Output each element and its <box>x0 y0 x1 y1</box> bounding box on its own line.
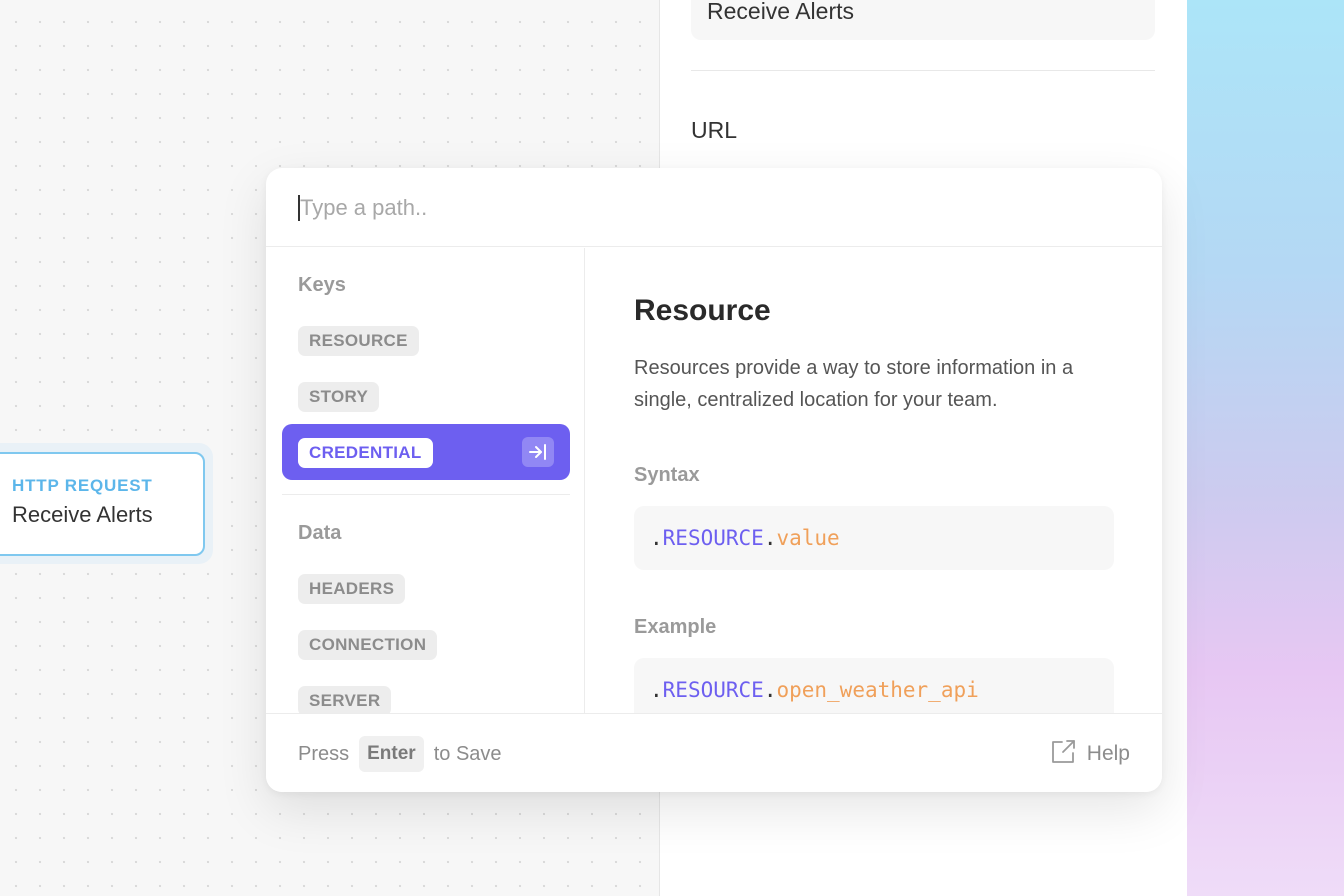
group-label-data: Data <box>298 522 342 544</box>
name-field[interactable]: Receive Alerts <box>691 0 1155 40</box>
path-picker-modal: Keys RESOURCE STORY CREDENTIAL Data HEAD… <box>266 168 1162 792</box>
example-label: Example <box>634 616 717 638</box>
save-hint: Press Enter to Save <box>298 736 502 772</box>
enter-key-badge: Enter <box>359 736 424 772</box>
node-type-label: HTTP REQUEST <box>12 476 153 495</box>
path-item-headers[interactable]: HEADERS <box>282 560 570 616</box>
path-item-story[interactable]: STORY <box>282 368 570 424</box>
action-node[interactable]: HTTP REQUEST Receive Alerts <box>0 452 205 556</box>
code-dot: . <box>650 678 663 702</box>
path-chip: HEADERS <box>298 574 406 604</box>
node-title: Receive Alerts <box>12 502 153 527</box>
url-field-label: URL <box>691 117 738 143</box>
code-value: open_weather_api <box>776 678 979 702</box>
path-input[interactable] <box>300 188 1120 228</box>
external-link-icon <box>1051 738 1077 770</box>
group-label-keys: Keys <box>298 274 346 296</box>
background-gradient <box>1187 0 1344 896</box>
path-item-server[interactable]: SERVER <box>282 672 570 713</box>
syntax-label: Syntax <box>634 464 700 486</box>
code-value: value <box>776 526 840 550</box>
path-item-credential[interactable]: CREDENTIAL <box>282 424 570 480</box>
detail-description: Resources provide a way to store informa… <box>634 357 1074 411</box>
panel-divider <box>691 70 1155 71</box>
help-link[interactable]: Help <box>1051 738 1130 770</box>
group-divider <box>282 494 570 495</box>
example-code: .RESOURCE.open_weather_api <box>634 658 1114 713</box>
code-key: RESOURCE <box>662 526 764 550</box>
code-dot: . <box>763 526 777 550</box>
modal-footer: Press Enter to Save Help <box>266 713 1162 792</box>
path-detail: Resource Resources provide a way to stor… <box>586 248 1162 713</box>
hint-prefix: Press <box>298 742 350 765</box>
path-chip: CREDENTIAL <box>298 438 433 468</box>
code-dot: . <box>763 678 777 702</box>
code-dot: . <box>650 526 663 550</box>
path-chip: SERVER <box>298 686 392 713</box>
path-chip: RESOURCE <box>298 326 419 356</box>
path-list: Keys RESOURCE STORY CREDENTIAL Data HEAD… <box>266 248 585 713</box>
path-input-container <box>266 168 1162 247</box>
path-chip: CONNECTION <box>298 630 438 660</box>
help-label: Help <box>1086 742 1130 765</box>
detail-title: Resource <box>634 294 771 327</box>
path-item-connection[interactable]: CONNECTION <box>282 616 570 672</box>
code-key: RESOURCE <box>662 678 764 702</box>
insert-path-icon[interactable] <box>522 437 554 467</box>
syntax-code: .RESOURCE.value <box>634 506 1114 570</box>
path-item-resource[interactable]: RESOURCE <box>282 312 570 368</box>
hint-suffix: to Save <box>433 742 502 765</box>
path-chip: STORY <box>298 382 380 412</box>
